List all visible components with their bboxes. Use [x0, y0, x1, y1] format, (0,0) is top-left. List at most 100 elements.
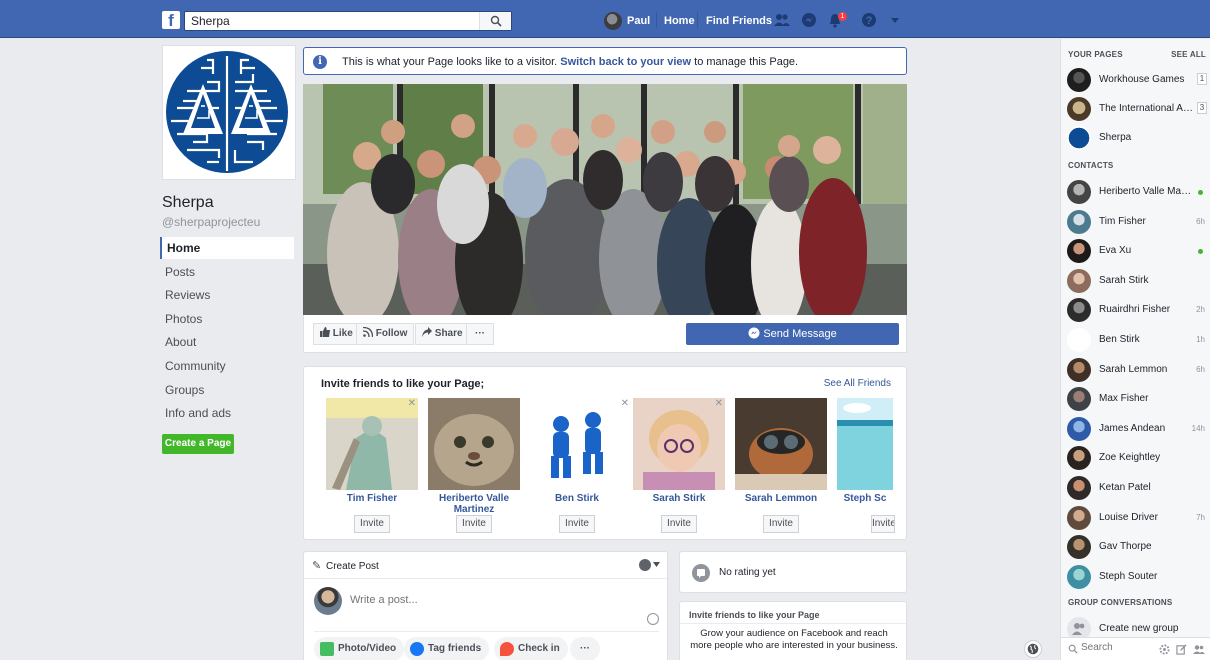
contact-item[interactable]: James Andean 14h	[1067, 416, 1207, 442]
friend-photo[interactable]	[428, 398, 520, 490]
contact-name: Tim Fisher	[1099, 215, 1146, 227]
cover-action-bar: Like Follow Share ··· Send Message	[303, 315, 907, 353]
gear-icon[interactable]	[1159, 644, 1170, 655]
contact-item[interactable]: Gav Thorpe	[1067, 534, 1207, 560]
contact-avatar	[1067, 535, 1091, 560]
account-menu-chevron-down-icon[interactable]	[886, 12, 904, 28]
friend-photo[interactable]	[633, 398, 725, 490]
search-button[interactable]	[479, 12, 511, 30]
messenger-icon[interactable]	[800, 12, 818, 28]
like-button[interactable]: Like	[313, 323, 360, 345]
tag-friends-button[interactable]: Tag friends	[404, 637, 490, 660]
nav-item-groups[interactable]: Groups	[160, 379, 294, 401]
contact-item[interactable]: Louise Driver 7h	[1067, 505, 1207, 531]
send-message-button[interactable]: Send Message	[686, 323, 899, 345]
right-sidebar: YOUR PAGES SEE ALL Workhouse Games 1 The I…	[1060, 39, 1210, 660]
contact-item[interactable]: Zoe Keightley	[1067, 445, 1207, 471]
friend-name[interactable]: Ben Stirk	[527, 493, 627, 504]
friend-name[interactable]: Sarah Stirk	[629, 493, 729, 504]
help-icon[interactable]: ?	[860, 12, 878, 28]
user-avatar[interactable]	[604, 12, 622, 30]
nav-item-about[interactable]: About	[160, 331, 294, 353]
page-profile-picture[interactable]	[162, 45, 296, 180]
contact-avatar	[1067, 564, 1091, 589]
contact-item[interactable]: Sarah Stirk	[1067, 268, 1207, 294]
sidebar-page-item[interactable]: The International Aco... 3	[1067, 96, 1207, 122]
page-handle[interactable]: @sherpaprojecteu	[162, 215, 260, 229]
write-post-input[interactable]	[350, 594, 610, 606]
friend-name[interactable]: Heriberto Valle Martinez	[424, 493, 524, 515]
contact-item[interactable]: Ruairdhri Fisher 2h	[1067, 297, 1207, 323]
globe-icon[interactable]	[1024, 640, 1042, 658]
contact-item[interactable]: Tim Fisher 6h	[1067, 209, 1207, 235]
contact-item[interactable]: Sarah Lemmon 6h	[1067, 357, 1207, 383]
friend-name[interactable]: Steph Sc	[837, 493, 893, 504]
dismiss-icon[interactable]: ✕	[408, 398, 416, 409]
friend-photo[interactable]	[837, 398, 893, 490]
nav-item-community[interactable]: Community	[160, 355, 294, 377]
see-all-pages-link[interactable]: SEE ALL	[1171, 50, 1206, 59]
share-arrow-icon	[422, 327, 432, 337]
sidebar-search-input[interactable]	[1081, 642, 1151, 653]
dismiss-icon[interactable]: ✕	[715, 398, 723, 409]
photo-video-button[interactable]: Photo/Video	[314, 637, 405, 660]
switch-back-link[interactable]: Switch back to your view	[560, 56, 691, 68]
contact-item[interactable]: Max Fisher	[1067, 386, 1207, 412]
page-name[interactable]: Sherpa	[162, 194, 214, 212]
friend-name[interactable]: Sarah Lemmon	[731, 493, 831, 504]
find-friends-link[interactable]: Find Friends	[706, 15, 772, 27]
banner-text: This is what your Page looks like to a v…	[342, 56, 798, 68]
banner-text-after: to manage this Page.	[691, 56, 799, 68]
friend-photo[interactable]	[531, 398, 623, 490]
emoji-icon[interactable]	[647, 613, 659, 625]
check-in-button[interactable]: Check in	[494, 637, 568, 660]
contact-item[interactable]: Ben Stirk 1h	[1067, 327, 1207, 353]
sidebar-page-item[interactable]: Workhouse Games 1	[1067, 67, 1207, 93]
cover-photo[interactable]	[303, 84, 907, 315]
invite-button[interactable]: Invite	[763, 515, 799, 533]
see-all-friends-link[interactable]: See All Friends	[824, 378, 891, 389]
invite-button[interactable]: Invite	[354, 515, 390, 533]
nav-item-home[interactable]: Home	[160, 237, 294, 259]
friend-requests-icon[interactable]	[773, 12, 791, 28]
contact-name: Eva Xu	[1099, 245, 1132, 257]
new-message-icon[interactable]	[1176, 644, 1187, 655]
home-link[interactable]: Home	[664, 15, 695, 27]
contact-name: Steph Souter	[1099, 570, 1158, 582]
pencil-icon: ✎	[312, 560, 322, 572]
page-avatar	[1067, 97, 1091, 121]
invite-button[interactable]: Invite	[871, 515, 895, 533]
contact-item[interactable]: Steph Souter	[1067, 564, 1207, 590]
contact-item[interactable]: Eva Xu	[1067, 238, 1207, 264]
facebook-logo-icon[interactable]: f	[162, 11, 180, 30]
friend-suggestion: Heriberto Valle Martinez Invite	[428, 398, 520, 538]
dismiss-icon[interactable]: ✕	[621, 398, 629, 409]
rating-card: No rating yet	[679, 551, 907, 593]
create-post-title[interactable]: Create Post	[326, 561, 379, 572]
search-input[interactable]	[185, 12, 479, 30]
share-button[interactable]: Share	[415, 323, 470, 345]
invite-button[interactable]: Invite	[559, 515, 595, 533]
follow-button[interactable]: Follow	[356, 323, 415, 345]
nav-item-posts[interactable]: Posts	[160, 261, 294, 283]
nav-item-reviews[interactable]: Reviews	[160, 284, 294, 306]
sidebar-page-item[interactable]: Sherpa	[1067, 125, 1207, 151]
friend-photo[interactable]	[735, 398, 827, 490]
nav-item-photos[interactable]: Photos	[160, 308, 294, 330]
page-avatar	[1067, 126, 1091, 150]
send-message-label: Send Message	[763, 328, 837, 340]
more-options-button[interactable]: ···	[466, 323, 494, 345]
post-as-selector[interactable]	[639, 558, 661, 572]
nav-item-info-and-ads[interactable]: Info and ads	[160, 402, 294, 424]
invite-button[interactable]: Invite	[661, 515, 697, 533]
contact-item[interactable]: Ketan Patel	[1067, 475, 1207, 501]
contact-name: Gav Thorpe	[1099, 541, 1152, 553]
invite-button[interactable]: Invite	[456, 515, 492, 533]
new-group-icon[interactable]	[1193, 644, 1205, 655]
contact-item[interactable]: Heriberto Valle Martinez	[1067, 179, 1207, 205]
create-page-button[interactable]: Create a Page	[162, 434, 234, 454]
friend-photo[interactable]	[326, 398, 418, 490]
profile-link[interactable]: Paul	[627, 15, 650, 27]
more-post-options-button[interactable]: ···	[570, 637, 600, 660]
friend-name[interactable]: Tim Fisher	[322, 493, 422, 504]
